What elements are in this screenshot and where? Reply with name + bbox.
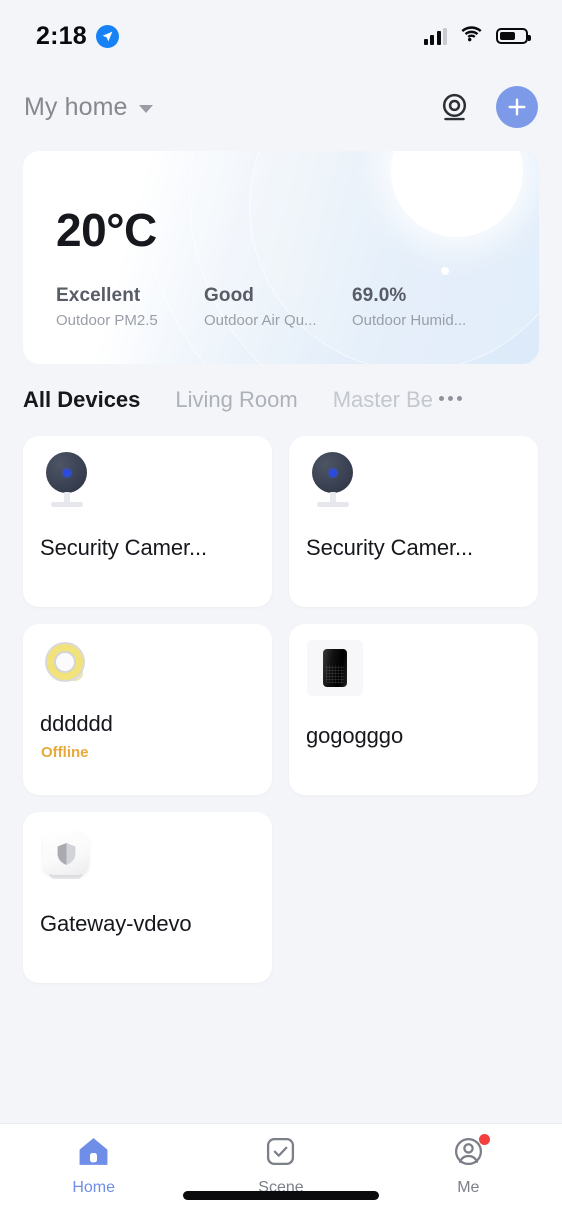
weather-stat-value: Excellent xyxy=(56,285,141,306)
smart-home-app-screen: 2:18 My home 20°C Excellent Outdoor PM2.… xyxy=(0,0,562,1214)
status-bar: 2:18 xyxy=(0,0,562,72)
weather-stat-humidity: 69.0% Outdoor Humid... xyxy=(352,285,500,329)
app-header: My home xyxy=(0,72,562,142)
home-name-label: My home xyxy=(24,92,128,121)
status-badge: Offline xyxy=(41,744,89,761)
device-name: Gateway-vdevo xyxy=(40,911,192,936)
device-card-security-camera-1[interactable]: Security Camer... xyxy=(23,436,272,607)
device-grid-container: Security Camer... Security Camer... dddd… xyxy=(0,436,562,1123)
light-strip-reel-icon xyxy=(41,640,97,698)
device-grid: Security Camer... Security Camer... dddd… xyxy=(0,436,562,983)
nav-item-scene[interactable]: Scene xyxy=(187,1136,374,1197)
weather-stat-label: Outdoor Humid... xyxy=(352,312,467,329)
battery-icon xyxy=(496,28,531,44)
home-selector[interactable]: My home xyxy=(24,93,153,122)
device-name: gogogggo xyxy=(306,723,404,748)
gateway-shield-icon xyxy=(41,828,97,886)
weather-stats: Excellent Outdoor PM2.5 Good Outdoor Air… xyxy=(56,285,500,329)
security-camera-icon xyxy=(307,452,363,510)
device-card-gateway-vdevo[interactable]: Gateway-vdevo xyxy=(23,812,272,983)
tab-all-devices[interactable]: All Devices xyxy=(23,387,175,413)
more-dots-icon[interactable] xyxy=(438,395,462,405)
nav-item-home[interactable]: Home xyxy=(0,1136,187,1197)
checkbox-scene-icon xyxy=(265,1136,296,1172)
status-bar-right xyxy=(423,25,531,47)
tab-living-room[interactable]: Living Room xyxy=(175,387,332,413)
wifi-icon xyxy=(460,25,483,47)
cellular-signal-icon xyxy=(423,27,447,45)
status-bar-time: 2:18 xyxy=(36,21,87,50)
nav-label: Me xyxy=(457,1179,480,1196)
temperature-value: 20°C xyxy=(56,204,157,256)
weather-card[interactable]: 20°C Excellent Outdoor PM2.5 Good Outdoo… xyxy=(23,151,539,364)
device-name: dddddd xyxy=(40,711,113,736)
notification-badge xyxy=(479,1134,491,1145)
weather-stat-value: Good xyxy=(204,285,254,306)
room-tabs: All Devices Living Room Master Be xyxy=(0,364,562,436)
weather-stat-value: 69.0% xyxy=(352,285,407,306)
camera-monitor-icon[interactable] xyxy=(438,91,471,124)
weather-stat-pm25: Excellent Outdoor PM2.5 xyxy=(56,285,204,329)
device-card-gogogggo[interactable]: gogogggo xyxy=(289,624,538,795)
weather-stat-label: Outdoor PM2.5 xyxy=(56,312,158,329)
home-indicator xyxy=(183,1191,379,1200)
security-camera-icon xyxy=(41,452,97,510)
weather-stat-air-quality: Good Outdoor Air Qu... xyxy=(204,285,352,329)
nav-label: Home xyxy=(72,1179,115,1196)
speaker-icon xyxy=(307,640,363,698)
bottom-navigation: Home Scene Me xyxy=(0,1123,562,1214)
weather-dot-decoration xyxy=(441,267,449,275)
add-device-button[interactable] xyxy=(496,86,538,128)
location-arrow-icon xyxy=(95,24,119,48)
chevron-down-icon xyxy=(138,104,153,113)
device-name: Security Camer... xyxy=(306,535,474,560)
tab-master-bedroom[interactable]: Master Be xyxy=(333,387,433,413)
home-icon xyxy=(77,1136,110,1172)
device-card-security-camera-2[interactable]: Security Camer... xyxy=(289,436,538,607)
device-card-dddddd[interactable]: dddddd Offline xyxy=(23,624,272,795)
header-actions xyxy=(438,86,538,128)
device-name: Security Camer... xyxy=(40,535,208,560)
weather-stat-label: Outdoor Air Qu... xyxy=(204,312,317,329)
nav-item-me[interactable]: Me xyxy=(375,1134,562,1197)
status-bar-left: 2:18 xyxy=(36,22,119,51)
